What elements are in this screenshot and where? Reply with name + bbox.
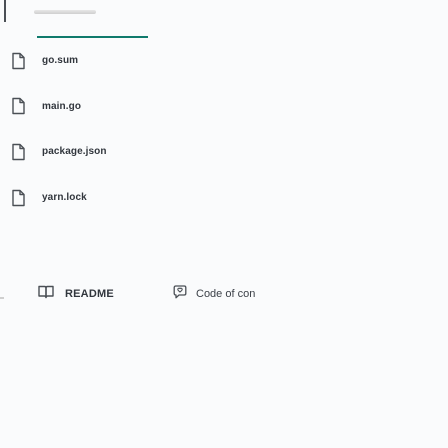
repo-file-browser: go.sum main.go package.json yarn.lock RE… [0, 0, 448, 448]
file-icon [6, 140, 30, 164]
truncated-element [34, 0, 96, 16]
tab-readme[interactable]: README [37, 276, 114, 312]
list-item[interactable]: go.sum [0, 38, 448, 84]
conduct-icon [172, 284, 188, 305]
file-name[interactable]: package.json [42, 146, 107, 157]
top-partial-header [0, 0, 120, 36]
book-icon [37, 284, 55, 305]
file-name[interactable]: go.sum [42, 55, 78, 66]
file-icon [6, 94, 30, 118]
list-item[interactable]: yarn.lock [0, 175, 448, 221]
tab-readme-label: README [65, 288, 114, 300]
file-name[interactable]: main.go [42, 101, 81, 112]
list-item[interactable]: package.json [0, 129, 448, 175]
file-list: go.sum main.go package.json yarn.lock [0, 38, 448, 220]
readme-tab-bar: README Code of con [0, 276, 448, 312]
active-tab-underline [37, 36, 148, 38]
tab-code-of-conduct[interactable]: Code of con [172, 276, 255, 312]
file-name[interactable]: yarn.lock [42, 192, 87, 203]
edge-divider [4, 0, 6, 22]
file-icon [6, 49, 30, 73]
tab-code-of-conduct-label: Code of con [196, 288, 256, 300]
file-icon [6, 186, 30, 210]
list-item[interactable]: main.go [0, 84, 448, 130]
